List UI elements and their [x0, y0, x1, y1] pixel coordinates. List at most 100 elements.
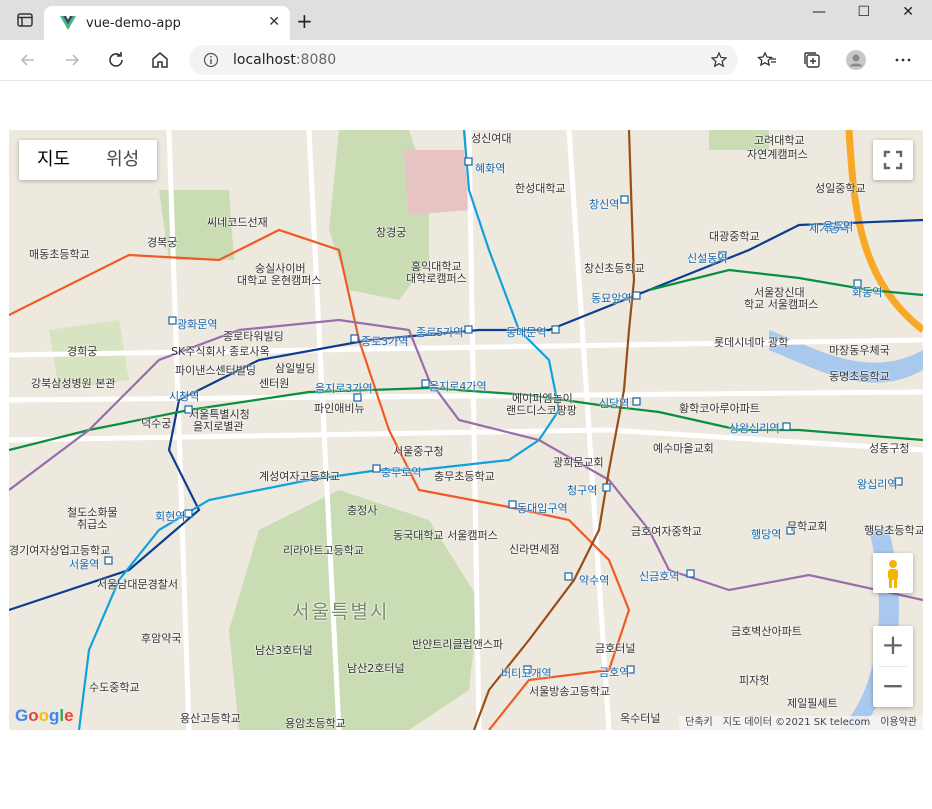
place-label[interactable]: 리라아트고등학교 [283, 542, 364, 558]
station-label[interactable]: 상왕십리역 [729, 420, 780, 436]
google-map[interactable]: 성신여대 고려대학교 자연계캠퍼스 혜화역 한성대학교 창신역 경복궁 창경궁 씨네코드선재 매동… [9, 130, 923, 730]
place-label[interactable]: 파이낸스센터빌딩 [175, 362, 256, 378]
place-label[interactable]: 파인애비뉴 [314, 400, 365, 416]
favorites-icon[interactable] [757, 50, 777, 70]
station-label[interactable]: 창신역 [589, 196, 619, 212]
place-label[interactable]: 동국대학교 서울캠퍼스 [393, 527, 498, 543]
place-label[interactable]: 대학교 운현캠퍼스 [237, 272, 321, 288]
place-label[interactable]: 수도중학교 [89, 679, 140, 695]
place-label[interactable]: 충무초등학교 [434, 468, 495, 484]
back-icon[interactable] [18, 50, 38, 70]
station-label[interactable]: 을지로3가역 [315, 380, 373, 396]
place-label[interactable]: 금호벽산아파트 [731, 623, 802, 639]
station-label[interactable]: 충무로역 [381, 464, 421, 480]
close-window-button[interactable]: ✕ [902, 4, 914, 20]
map-type-satellite[interactable]: 위성 [88, 140, 157, 180]
zoom-out-button[interactable]: − [873, 667, 913, 707]
place-label[interactable]: 후암약국 [141, 630, 181, 646]
station-label[interactable]: 왕십리역 [857, 476, 897, 492]
forward-icon[interactable] [62, 50, 82, 70]
place-label[interactable]: 학교 서울캠퍼스 [744, 296, 818, 312]
station-label[interactable]: 광화문역 [177, 316, 217, 332]
place-label[interactable]: 창신초등학교 [584, 260, 645, 276]
place-label[interactable]: 무학교회 [787, 518, 827, 534]
station-label[interactable]: 신당역 [599, 395, 629, 411]
info-icon[interactable] [203, 52, 219, 68]
place-label[interactable]: 제일필세트 [787, 695, 838, 711]
place-label[interactable]: 옥수터널 [620, 710, 660, 726]
place-label[interactable]: 종로타워빌딩 [223, 328, 284, 344]
place-label[interactable]: 성일중학교 [815, 180, 866, 196]
station-label[interactable]: 을지로4가역 [429, 378, 487, 394]
zoom-in-button[interactable]: + [873, 626, 913, 666]
place-label[interactable]: 계성여자고등학교 [259, 468, 340, 484]
place-label[interactable]: 대학로캠퍼스 [406, 270, 467, 286]
station-label[interactable]: 신설동역 [687, 250, 727, 266]
place-label[interactable]: 매동초등학교 [29, 246, 90, 262]
station-label[interactable]: 신금호역 [639, 568, 679, 584]
station-label[interactable]: 서울역 [69, 556, 99, 572]
place-label[interactable]: 동명초등학교 [829, 368, 890, 384]
maximize-button[interactable]: ☐ [857, 4, 870, 20]
place-label[interactable]: 강북삼성병원 본관 [31, 375, 115, 391]
terms-link[interactable]: 이용약관 [880, 716, 917, 730]
place-label[interactable]: 경희궁 [67, 343, 97, 359]
station-label[interactable]: 종로5가역 [416, 324, 463, 340]
minimize-button[interactable]: — [812, 4, 826, 20]
place-label[interactable]: 센터원 [259, 375, 289, 391]
station-label[interactable]: 동대문역 [506, 324, 546, 340]
place-label[interactable]: 서울특별시 [292, 597, 389, 624]
station-label[interactable]: 동묘앞역 [591, 290, 631, 306]
station-label[interactable]: 시청역 [169, 388, 199, 404]
place-label[interactable]: 롯데시네마 광학 [714, 334, 788, 350]
place-label[interactable]: 서울방송고등학교 [529, 683, 610, 699]
place-label[interactable]: 취급소 [77, 516, 107, 532]
place-label[interactable]: 충정사 [347, 502, 377, 518]
place-label[interactable]: 자연계캠퍼스 [747, 146, 808, 162]
place-label[interactable]: 랜드디스코팡팡 [506, 402, 577, 418]
station-label[interactable]: 버티고개역 [501, 665, 552, 681]
profile-avatar[interactable] [846, 50, 866, 70]
place-label[interactable]: 남산2호터널 [347, 660, 405, 676]
place-label[interactable]: 황학코아루아파트 [679, 400, 760, 416]
station-label[interactable]: 금호역 [599, 664, 629, 680]
place-label[interactable]: 용산고등학교 [180, 710, 241, 726]
place-label[interactable]: 예수마을교회 [653, 440, 714, 456]
place-label[interactable]: 대광중학교 [709, 228, 760, 244]
place-label[interactable]: 신라면세점 [509, 541, 560, 557]
station-label[interactable]: 행당역 [751, 526, 781, 542]
tab-actions-icon[interactable] [17, 13, 33, 27]
place-label[interactable]: SK주식회사 종로사옥 [171, 343, 270, 359]
reload-icon[interactable] [106, 50, 126, 70]
place-label[interactable]: 씨네코드선재 [207, 214, 268, 230]
address-bar[interactable]: localhost:8080 [189, 45, 738, 75]
place-label[interactable]: 성신여대 [471, 130, 511, 146]
keyboard-shortcuts-link[interactable]: 단축키 [685, 716, 713, 730]
street-view-pegman[interactable] [873, 553, 913, 593]
station-label[interactable]: 청구역 [567, 482, 597, 498]
fullscreen-button[interactable] [873, 140, 913, 180]
station-label[interactable]: 동대입구역 [517, 500, 568, 516]
map-type-roadmap[interactable]: 지도 [19, 140, 88, 180]
close-tab-icon[interactable]: ✕ [268, 14, 280, 30]
station-label[interactable]: 용두역 [823, 218, 853, 234]
place-label[interactable]: 덕수궁 [141, 415, 171, 431]
place-label[interactable]: 창경궁 [376, 224, 406, 240]
place-label[interactable]: 행당초등학교 [864, 522, 923, 538]
place-label[interactable]: 광희문교회 [553, 454, 604, 470]
add-favorite-icon[interactable] [710, 51, 728, 69]
station-label[interactable]: 종로3가역 [361, 333, 408, 349]
home-icon[interactable] [150, 50, 170, 70]
place-label[interactable]: 금호터널 [595, 640, 635, 656]
google-logo[interactable]: Google [15, 706, 74, 726]
place-label[interactable]: 을지로별관 [193, 418, 244, 434]
browser-tab[interactable]: vue-demo-app ✕ [44, 6, 290, 40]
place-label[interactable]: 금호여자중학교 [631, 523, 702, 539]
place-label[interactable]: 한성대학교 [515, 180, 566, 196]
station-label[interactable]: 약수역 [579, 572, 609, 588]
new-tab-button[interactable]: + [296, 9, 313, 33]
station-label[interactable]: 혜화역 [475, 160, 505, 176]
more-menu-icon[interactable] [893, 50, 913, 70]
collections-icon[interactable] [802, 50, 822, 70]
station-label[interactable]: 화동역 [852, 284, 882, 300]
